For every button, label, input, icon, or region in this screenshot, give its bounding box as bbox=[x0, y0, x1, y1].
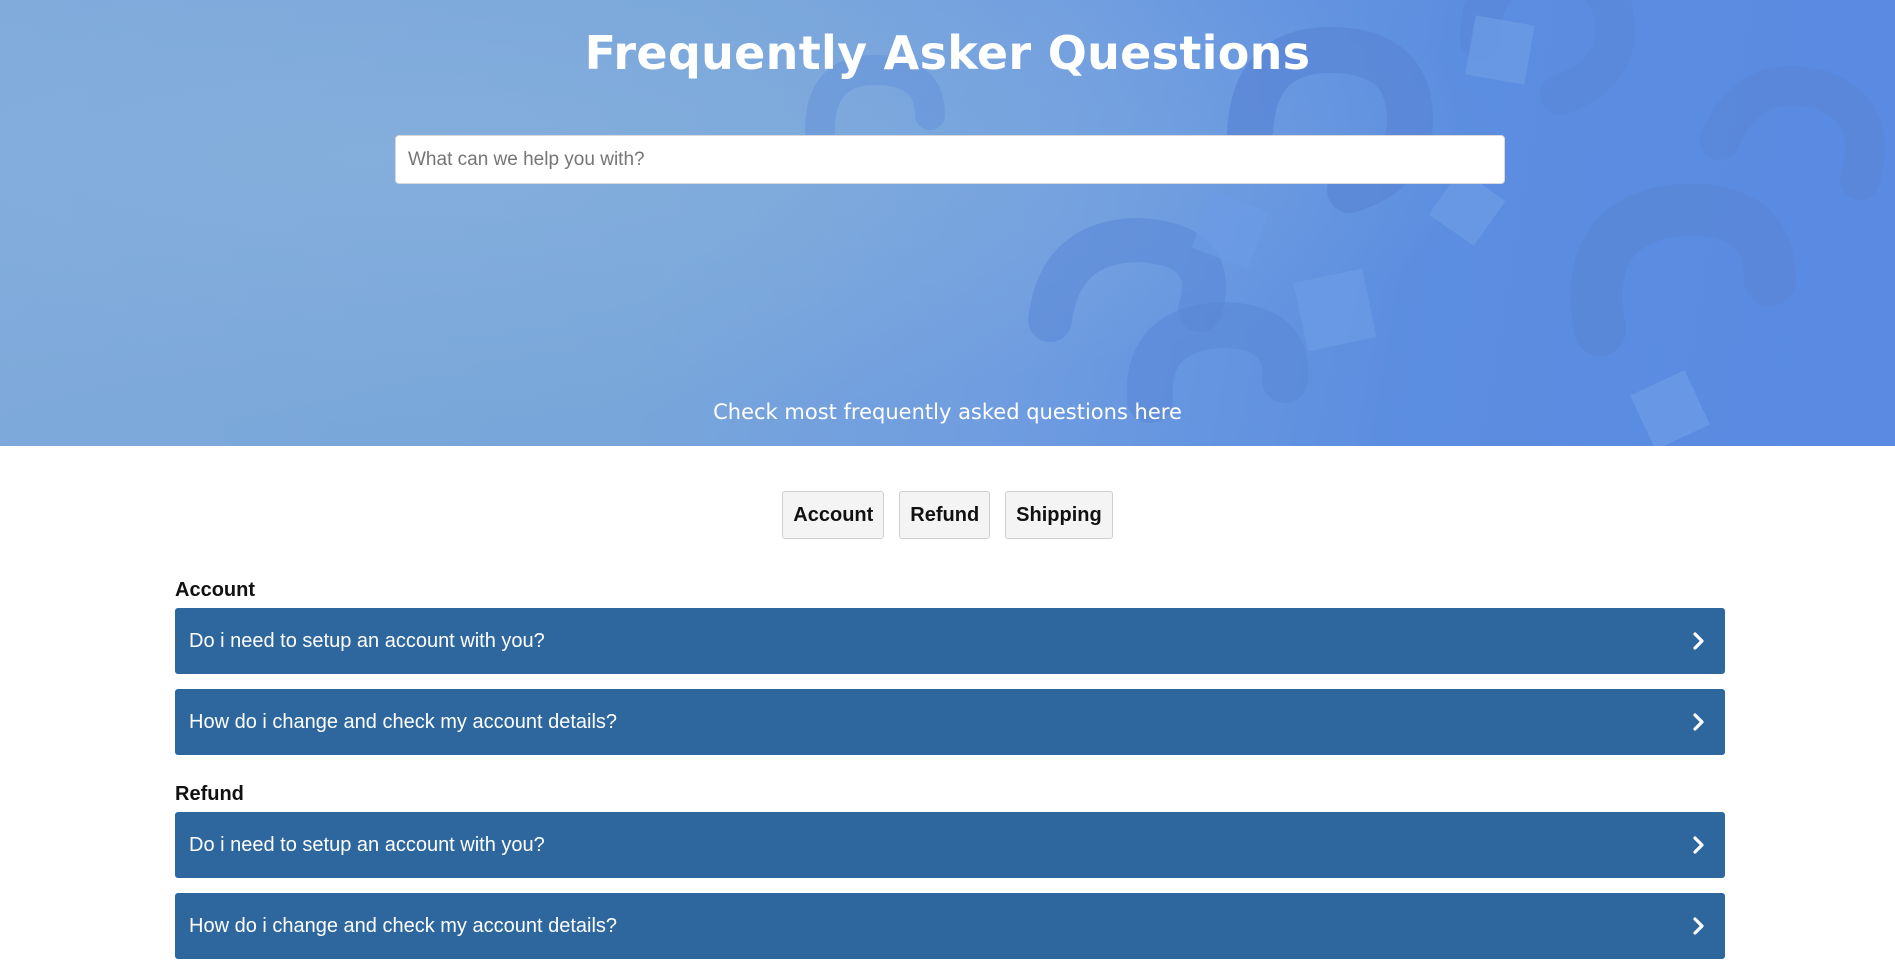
chevron-right-icon bbox=[1689, 631, 1709, 651]
tab-refund[interactable]: Refund bbox=[899, 491, 991, 539]
chevron-right-icon bbox=[1689, 916, 1709, 936]
faq-section-refund: Refund Do i need to setup an account wit… bbox=[175, 782, 1725, 959]
hero-banner: Frequently Asker Questions Check most fr… bbox=[0, 0, 1895, 446]
hero-subtitle: Check most frequently asked questions he… bbox=[713, 400, 1182, 424]
page-title: Frequently Asker Questions bbox=[584, 26, 1311, 80]
faq-item[interactable]: Do i need to setup an account with you? bbox=[175, 608, 1725, 674]
search-input[interactable] bbox=[396, 136, 1504, 183]
faq-list: Account Do i need to setup an account wi… bbox=[175, 578, 1725, 974]
tab-shipping[interactable]: Shipping bbox=[1005, 491, 1113, 539]
faq-item[interactable]: How do i change and check my account det… bbox=[175, 893, 1725, 959]
faq-item[interactable]: Do i need to setup an account with you? bbox=[175, 812, 1725, 878]
faq-question: How do i change and check my account det… bbox=[189, 710, 618, 733]
chevron-right-icon bbox=[1689, 835, 1709, 855]
faq-question: How do i change and check my account det… bbox=[189, 914, 618, 937]
faq-section-account: Account Do i need to setup an account wi… bbox=[175, 578, 1725, 755]
tab-account[interactable]: Account bbox=[782, 491, 885, 539]
chevron-right-icon bbox=[1689, 712, 1709, 732]
category-tabs: Account Refund Shipping bbox=[0, 491, 1895, 539]
section-heading: Account bbox=[175, 579, 255, 601]
faq-item[interactable]: How do i change and check my account det… bbox=[175, 689, 1725, 755]
search-box[interactable] bbox=[395, 135, 1505, 184]
faq-question: Do i need to setup an account with you? bbox=[189, 833, 545, 856]
faq-question: Do i need to setup an account with you? bbox=[189, 629, 545, 652]
section-heading: Refund bbox=[175, 783, 244, 805]
